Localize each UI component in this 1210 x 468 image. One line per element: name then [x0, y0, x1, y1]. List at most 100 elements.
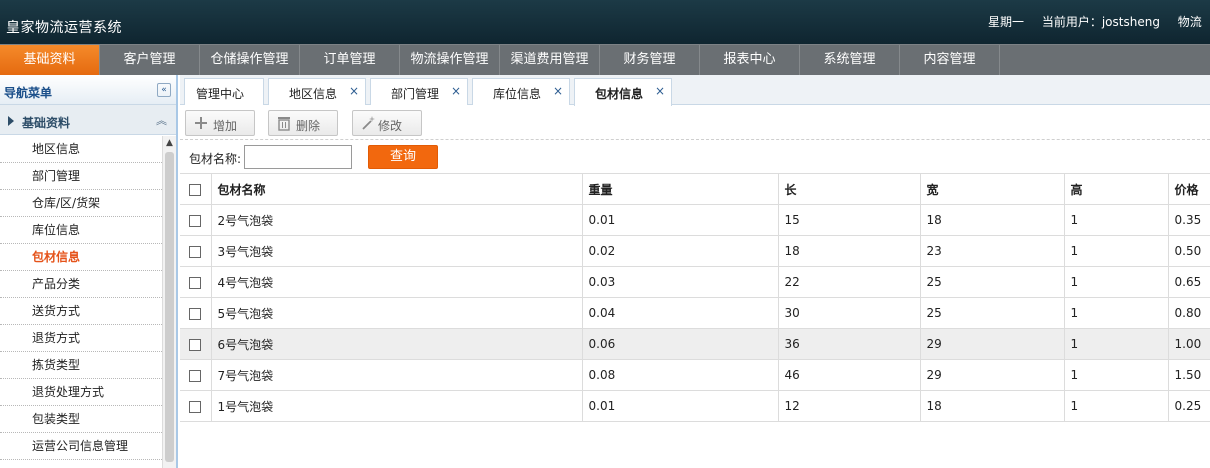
row-checkbox[interactable] [189, 338, 202, 351]
add-button[interactable]: 增加 [185, 110, 255, 136]
table-cell: 29 [920, 328, 1065, 360]
search-bar: 包材名称: 查询 [180, 141, 1210, 173]
sidebar-scrollbar[interactable]: ▲ [162, 136, 176, 468]
tab-label: 管理中心 [196, 87, 245, 101]
app-header: 皇家物流运营系统 星期一 当前用户：jostsheng 物流 [0, 0, 1210, 44]
sidebar-item[interactable]: 包装类型 [0, 406, 162, 433]
nav-item-7[interactable]: 报表中心 [700, 45, 800, 75]
table-cell: 0.03 [582, 266, 779, 298]
nav-item-3[interactable]: 订单管理 [300, 45, 400, 75]
edit-button[interactable]: 修改 [352, 110, 422, 136]
row-checkbox[interactable] [189, 245, 202, 258]
trash-icon [278, 117, 290, 131]
column-header[interactable]: 宽 [920, 173, 1065, 205]
sidebar-item[interactable]: 仓库/区/货架 [0, 190, 162, 217]
table-row[interactable]: 4号气泡袋 0.03 22 25 1 0.65 [180, 266, 1210, 298]
close-tab-icon[interactable]: × [349, 84, 359, 98]
material-name-input[interactable] [244, 145, 352, 169]
add-button-label: 增加 [213, 119, 238, 133]
column-header[interactable]: 价格 [1168, 173, 1210, 205]
select-all-cell [180, 173, 212, 205]
table-cell: 36 [778, 328, 921, 360]
table-row[interactable]: 5号气泡袋 0.04 30 25 1 0.80 [180, 297, 1210, 329]
tab-4[interactable]: 包材信息 × [574, 78, 672, 106]
weekday-label: 星期一 [988, 15, 1025, 29]
tab-2[interactable]: 部门管理 × [370, 78, 468, 105]
nav-item-6[interactable]: 财务管理 [600, 45, 700, 75]
sidebar-item[interactable]: 产品分类 [0, 271, 162, 298]
app-title: 皇家物流运营系统 [6, 20, 122, 36]
sidebar-group-basic[interactable]: 基础资料 ︽ [0, 105, 176, 135]
table-cell: 4号气泡袋 [211, 266, 583, 298]
table-cell: 0.02 [582, 235, 779, 267]
row-select-cell [180, 297, 212, 329]
plus-icon [195, 117, 207, 129]
sidebar-item[interactable]: 部门管理 [0, 163, 162, 190]
table-cell: 0.65 [1168, 266, 1210, 298]
table-cell: 0.04 [582, 297, 779, 329]
packaging-table: 包材名称 重量长宽高价格 2号气泡袋 0.01 15 18 1 0.35 3号气泡袋 0.02 1… [180, 173, 1210, 422]
column-header[interactable]: 重量 [582, 173, 779, 205]
row-checkbox[interactable] [189, 400, 202, 413]
nav-item-5[interactable]: 渠道费用管理 [500, 45, 600, 75]
table-row[interactable]: 3号气泡袋 0.02 18 23 1 0.50 [180, 235, 1210, 267]
table-cell: 46 [778, 359, 921, 391]
select-all-checkbox[interactable] [189, 183, 202, 196]
nav-item-9[interactable]: 内容管理 [900, 45, 1000, 75]
row-checkbox[interactable] [189, 369, 202, 382]
nav-item-2[interactable]: 仓储操作管理 [200, 45, 300, 75]
table-cell: 18 [920, 204, 1065, 236]
sidebar: 导航菜单 « 基础资料 ︽ 地区信息 部门管理 仓库/区/货架 库位信息 包材信息 产品分… [0, 75, 178, 468]
table-row[interactable]: 6号气泡袋 0.06 36 29 1 1.00 [180, 328, 1210, 360]
scrollbar-thumb[interactable] [165, 152, 174, 462]
table-cell: 0.25 [1168, 390, 1210, 422]
table-cell: 29 [920, 359, 1065, 391]
tab-1[interactable]: 地区信息 × [268, 78, 366, 105]
sidebar-header: 导航菜单 « [0, 75, 176, 105]
scroll-up-icon[interactable]: ▲ [166, 138, 173, 148]
tab-label: 包材信息 [595, 87, 644, 101]
table-cell: 6号气泡袋 [211, 328, 583, 360]
column-header[interactable]: 高 [1064, 173, 1169, 205]
sidebar-item[interactable]: 退货方式 [0, 325, 162, 352]
table-cell: 18 [778, 235, 921, 267]
sidebar-item[interactable]: 运营公司信息管理 [0, 433, 162, 460]
close-tab-icon[interactable]: × [451, 84, 461, 98]
close-tab-icon[interactable]: × [655, 84, 665, 98]
tab-3[interactable]: 库位信息 × [472, 78, 570, 105]
user-info: 星期一 当前用户：jostsheng 物流 [988, 13, 1210, 30]
tab-0[interactable]: 管理中心 [184, 78, 264, 105]
sidebar-item[interactable]: 退货处理方式 [0, 379, 162, 406]
chevron-up-icon[interactable]: ︽ [156, 112, 167, 128]
nav-item-8[interactable]: 系统管理 [800, 45, 900, 75]
collapse-sidebar-icon[interactable]: « [157, 83, 171, 97]
sidebar-item[interactable]: 拣货类型 [0, 352, 162, 379]
nav-item-0[interactable]: 基础资料 [0, 45, 100, 75]
table-row[interactable]: 1号气泡袋 0.01 12 18 1 0.25 [180, 390, 1210, 422]
delete-button[interactable]: 删除 [268, 110, 338, 136]
close-tab-icon[interactable]: × [553, 84, 563, 98]
table-cell: 25 [920, 266, 1065, 298]
table-row[interactable]: 2号气泡袋 0.01 15 18 1 0.35 [180, 204, 1210, 236]
row-checkbox[interactable] [189, 214, 202, 227]
column-header[interactable]: 长 [778, 173, 921, 205]
table-cell: 30 [778, 297, 921, 329]
row-checkbox[interactable] [189, 276, 202, 289]
row-checkbox[interactable] [189, 307, 202, 320]
table-cell: 25 [920, 297, 1065, 329]
tab-label: 部门管理 [391, 87, 440, 101]
table-row[interactable]: 7号气泡袋 0.08 46 29 1 1.50 [180, 359, 1210, 391]
sidebar-item[interactable]: 包材信息 [0, 244, 162, 271]
table-cell: 0.01 [582, 390, 779, 422]
column-header[interactable]: 包材名称 [211, 173, 583, 205]
nav-item-1[interactable]: 客户管理 [100, 45, 200, 75]
table-cell: 0.06 [582, 328, 779, 360]
sidebar-item[interactable]: 地区信息 [0, 136, 162, 163]
table-cell: 18 [920, 390, 1065, 422]
tab-label: 地区信息 [289, 87, 338, 101]
query-button[interactable]: 查询 [368, 145, 438, 169]
sidebar-item[interactable]: 库位信息 [0, 217, 162, 244]
toolbar: 增加 删除 修改 [180, 106, 1210, 140]
sidebar-item[interactable]: 送货方式 [0, 298, 162, 325]
nav-item-4[interactable]: 物流操作管理 [400, 45, 500, 75]
